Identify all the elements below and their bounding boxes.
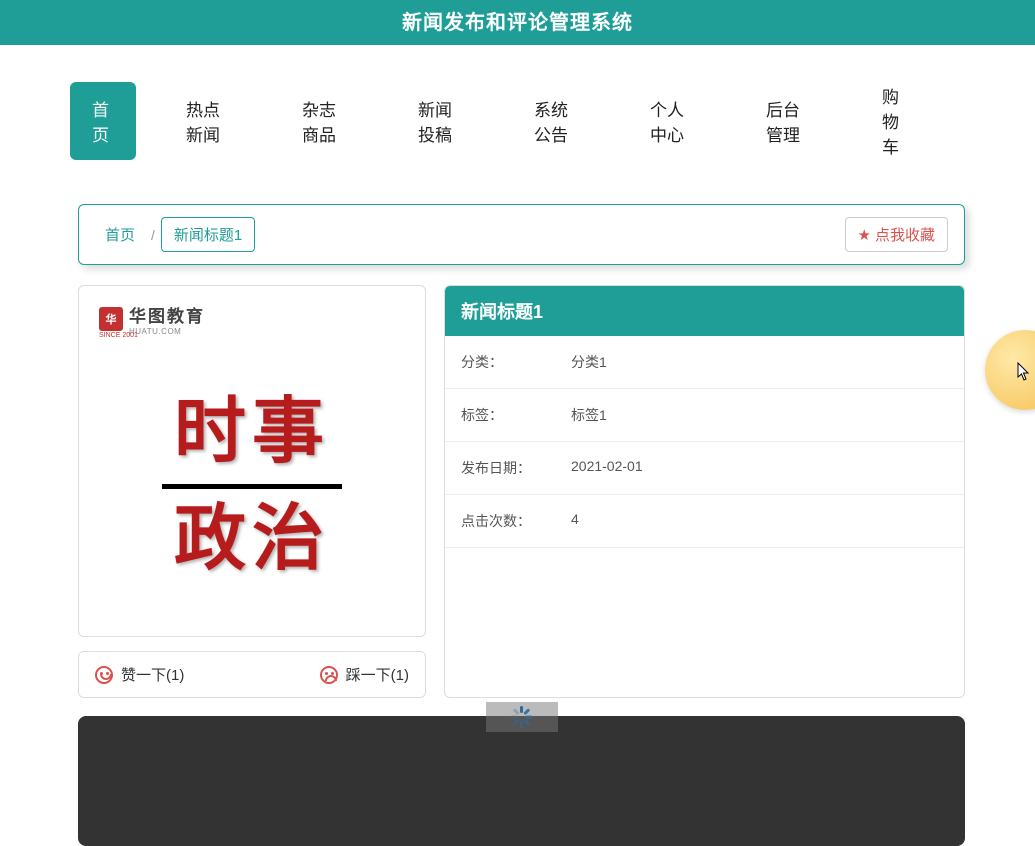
media-player-panel[interactable]	[78, 716, 965, 846]
nav-cart[interactable]: 购物车	[860, 69, 937, 172]
info-label: 分类：	[461, 352, 571, 372]
nav-submit[interactable]: 新闻投稿	[396, 82, 484, 160]
article-image: 华 华图教育 HUATU.COM SINCE 2001 时事 政治	[85, 292, 419, 630]
logo-domain-text: HUATU.COM	[129, 327, 205, 336]
vote-panel: 赞一下(1) 踩一下(1)	[78, 651, 426, 698]
loading-overlay	[486, 702, 558, 732]
nav-admin[interactable]: 后台管理	[744, 82, 832, 160]
info-label: 发布日期：	[461, 458, 571, 478]
breadcrumb-separator: /	[151, 227, 155, 243]
info-label: 标签：	[461, 405, 571, 425]
bottom-section	[78, 716, 965, 846]
favorite-button[interactable]: ★ 点我收藏	[845, 217, 948, 252]
like-label: 赞一下(1)	[121, 664, 184, 685]
info-row-clicks: 点击次数： 4	[445, 495, 964, 548]
like-button[interactable]: 赞一下(1)	[95, 664, 184, 685]
info-label: 点击次数：	[461, 511, 571, 531]
article-title: 新闻标题1	[445, 286, 964, 336]
content-row: 华 华图教育 HUATU.COM SINCE 2001 时事 政治 赞一下(1)	[78, 285, 965, 698]
breadcrumb-home-link[interactable]: 首页	[95, 220, 145, 249]
headline-divider	[162, 484, 342, 489]
headline-line2: 政治	[162, 493, 342, 587]
info-row-tag: 标签： 标签1	[445, 389, 964, 442]
logo-brand-text: 华图教育	[129, 302, 205, 327]
star-icon: ★	[858, 226, 871, 244]
nav-hot-news[interactable]: 热点新闻	[164, 82, 252, 160]
info-row-date: 发布日期： 2021-02-01	[445, 442, 964, 495]
headline-line1: 时事	[162, 386, 342, 480]
image-headline: 时事 政治	[162, 386, 342, 586]
info-value: 4	[571, 511, 579, 531]
floating-action-button[interactable]	[985, 330, 1035, 410]
nav-announce[interactable]: 系统公告	[512, 82, 600, 160]
main-nav: 首页 热点新闻 杂志商品 新闻投稿 系统公告 个人中心 后台管理 购物车	[0, 45, 1035, 190]
frown-icon	[320, 666, 338, 684]
breadcrumb: 首页 / 新闻标题1 ★ 点我收藏	[78, 204, 965, 265]
article-info-panel: 新闻标题1 分类： 分类1 标签： 标签1 发布日期： 2021-02-01 点…	[444, 285, 965, 698]
info-value: 分类1	[571, 352, 607, 372]
logo-since: SINCE 2001	[99, 332, 138, 339]
favorite-label: 点我收藏	[875, 224, 935, 245]
article-image-panel: 华 华图教育 HUATU.COM SINCE 2001 时事 政治	[78, 285, 426, 637]
nav-profile[interactable]: 个人中心	[628, 82, 716, 160]
info-value: 2021-02-01	[571, 458, 643, 478]
dislike-button[interactable]: 踩一下(1)	[320, 664, 409, 685]
nav-home[interactable]: 首页	[70, 82, 136, 160]
left-column: 华 华图教育 HUATU.COM SINCE 2001 时事 政治 赞一下(1)	[78, 285, 426, 698]
dislike-label: 踩一下(1)	[346, 664, 409, 685]
system-title: 新闻发布和评论管理系统	[0, 0, 1035, 45]
spinner-icon	[511, 706, 533, 728]
logo-icon: 华	[99, 307, 123, 331]
info-value: 标签1	[571, 405, 607, 425]
nav-magazine[interactable]: 杂志商品	[280, 82, 368, 160]
smile-icon	[95, 666, 113, 684]
info-row-category: 分类： 分类1	[445, 336, 964, 389]
breadcrumb-current: 新闻标题1	[161, 217, 255, 252]
